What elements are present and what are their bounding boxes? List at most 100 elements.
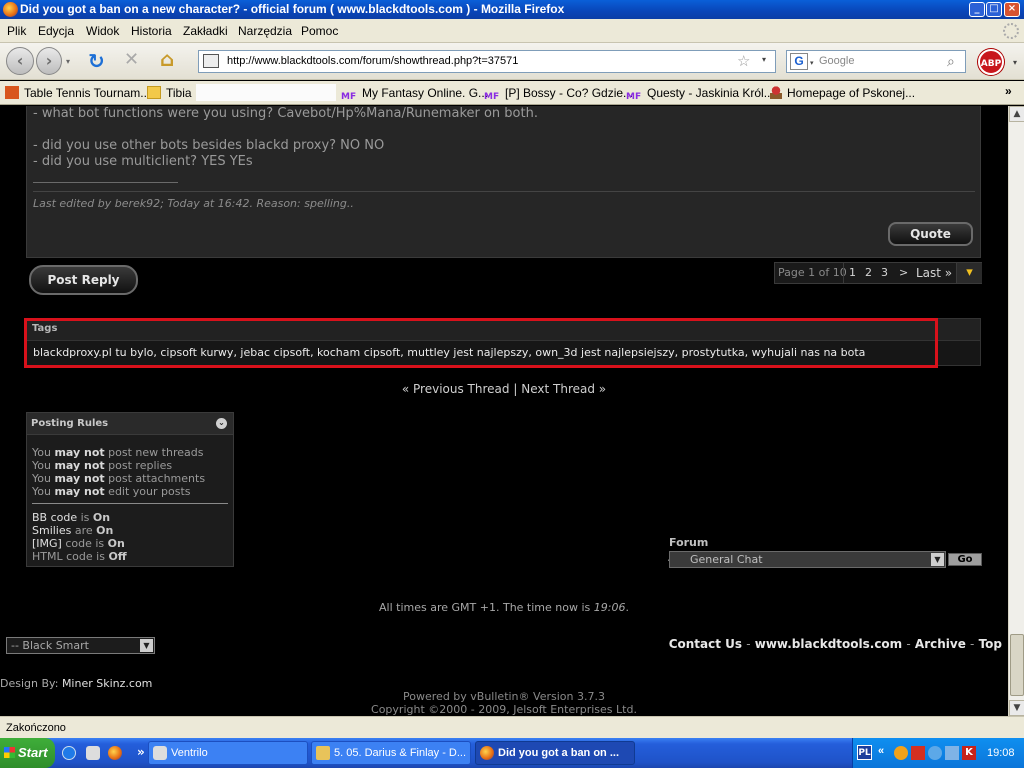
menu-pomoc[interactable]: Pomoc [301,24,338,38]
menu-plik[interactable]: Plik [7,24,26,38]
clock[interactable]: 19:08 [987,747,1015,759]
code-verb: is [80,511,90,524]
tray-network-icon[interactable] [928,746,942,760]
bookmark-folder-tibia[interactable]: Tibia [147,86,192,100]
select-arrow-icon[interactable]: ▼ [931,553,944,566]
tray-sun-icon[interactable] [894,746,908,760]
design-credit-link[interactable]: Miner Skinz.com [62,677,152,690]
language-indicator[interactable]: PL [857,745,872,760]
menu-zakladki[interactable]: Zakładki [183,24,228,38]
archive-link[interactable]: Archive [915,637,966,651]
taskbar-button-label: Did you got a ban on ... [498,747,619,759]
forward-button[interactable]: › [36,47,62,75]
window-title: Did you got a ban on a new character? - … [20,2,565,16]
firefox-quicklaunch-icon[interactable] [108,746,122,760]
bookmark-star-icon[interactable]: ☆ [737,52,750,70]
search-engine-icon[interactable]: G [790,53,808,70]
page-jump-menu-icon[interactable]: ▾ [956,263,982,283]
smilies-status: Smilies are On [32,524,113,537]
scroll-up-icon[interactable]: ▲ [1009,106,1024,122]
page-next-link[interactable]: > [899,266,908,279]
taskbar-button-firefox[interactable]: Did you got a ban on ... [475,741,635,765]
home-site-link[interactable]: www.blackdtools.com [755,637,902,651]
menu-historia[interactable]: Historia [131,24,172,38]
search-go-icon[interactable]: ⌕ [947,53,955,70]
mf-favicon-icon: MF [341,92,357,102]
post-line-other-bots: - did you use other bots besides blackd … [33,138,385,153]
rule-replies: You may not post replies [32,459,172,472]
page-last-link[interactable]: Last » [916,266,952,280]
adblock-plus-icon[interactable]: ABP [978,49,1004,75]
tray-monitor-icon[interactable] [945,746,959,760]
posting-rules-title: Posting Rules [31,418,109,429]
collapse-icon[interactable]: ⌄ [216,418,227,429]
bookmark-table-tennis[interactable]: Table Tennis Tournam... [5,86,150,100]
quote-button[interactable]: Quote [888,222,973,246]
url-dropdown-icon[interactable]: ▾ [762,55,766,64]
forum-jump-go-button[interactable]: Go [948,553,982,566]
taskbar-button-music[interactable]: 5. 05. Darius & Finlay - D... [311,741,471,765]
bookmarks-overflow-icon[interactable]: » [1005,84,1012,98]
scroll-thumb[interactable] [1010,634,1024,696]
post-reply-button[interactable]: Post Reply [29,265,138,295]
windows-logo-icon [4,747,15,758]
start-button[interactable]: Start [0,738,55,768]
tray-k-icon[interactable]: K [962,746,976,760]
bookmark-pskonej[interactable]: Homepage of Pskonej... [770,86,915,100]
bookmark-bossy[interactable]: MF [P] Bossy - Co? Gdzie... [484,86,633,105]
code-name: HTML code [32,550,93,563]
thread-nav-separator: | [513,382,518,396]
minimize-button[interactable]: _ [969,2,985,17]
abp-dropdown-icon[interactable]: ▾ [1013,58,1017,67]
close-window-button[interactable]: × [1004,2,1020,17]
history-dropdown-icon[interactable]: ▾ [66,57,74,66]
code-name[interactable]: Smilies [32,524,71,537]
ie-quicklaunch-icon[interactable] [62,746,76,760]
media-icon [316,746,330,760]
search-box[interactable]: G ▾ Google ⌕ [786,50,966,73]
tray-expand-icon[interactable]: « [878,745,884,757]
menu-bar: Plik Edycja Widok Historia Zakładki Narz… [0,19,1024,43]
page-link-2[interactable]: 2 [865,266,872,279]
page-link-1[interactable]: 1 [849,266,856,279]
code-name[interactable]: BB code [32,511,77,524]
menu-narzedzia[interactable]: Narzędzia [238,24,292,38]
reload-icon[interactable]: ↻ [88,49,110,73]
url-bar[interactable]: http://www.blackdtools.com/forum/showthr… [198,50,776,73]
search-input[interactable]: Google [819,55,854,67]
rule-new-threads: You may not post new threads [32,446,203,459]
powered-by-text: Powered by vBulletin® Version 3.7.3 [403,690,605,703]
scroll-down-icon[interactable]: ▼ [1009,700,1024,716]
maximize-button[interactable]: □ [986,2,1002,17]
rules-divider [32,503,228,504]
code-name[interactable]: [IMG] [32,537,62,550]
engine-dropdown-icon[interactable]: ▾ [810,59,814,67]
time-info: All times are GMT +1. The time now is 19… [0,601,1008,614]
previous-thread-link[interactable]: « Previous Thread [402,382,510,396]
rule-permission: may not [54,446,105,459]
url-text[interactable]: http://www.blackdtools.com/forum/showthr… [227,55,518,67]
forum-jump-select[interactable]: General Chat ▼ [669,551,946,568]
taskbar-button-ventrilo[interactable]: Ventrilo [148,741,308,765]
next-thread-link[interactable]: Next Thread » [521,382,606,396]
bookmark-questy[interactable]: MF Questy - Jaskinia Król... [626,86,774,105]
menu-edycja[interactable]: Edycja [38,24,74,38]
code-verb: is [96,550,105,563]
stop-icon[interactable]: ✕ [124,49,146,71]
bookmark-label: Questy - Jaskinia Król... [647,86,774,100]
quicklaunch-overflow-icon[interactable]: » [137,745,145,759]
top-link[interactable]: Top [979,637,1002,651]
contact-us-link[interactable]: Contact Us [669,637,742,651]
bookmark-my-fantasy[interactable]: MF My Fantasy Online. G... [341,86,488,105]
posting-rules-panel: Posting Rules ⌄ You may not post new thr… [26,412,234,567]
menu-widok[interactable]: Widok [86,24,119,38]
site-identity-icon[interactable] [203,54,219,68]
rule-subject: You [32,459,51,472]
ventrilo-icon [153,746,167,760]
tray-antivirus-icon[interactable] [911,746,925,760]
back-button[interactable]: ‹ [6,47,34,75]
ventrilo-quicklaunch-icon[interactable] [86,746,100,760]
home-icon[interactable]: ⌂ [160,47,184,71]
vertical-scrollbar[interactable]: ▲ ▼ [1008,106,1024,716]
page-link-3[interactable]: 3 [881,266,888,279]
